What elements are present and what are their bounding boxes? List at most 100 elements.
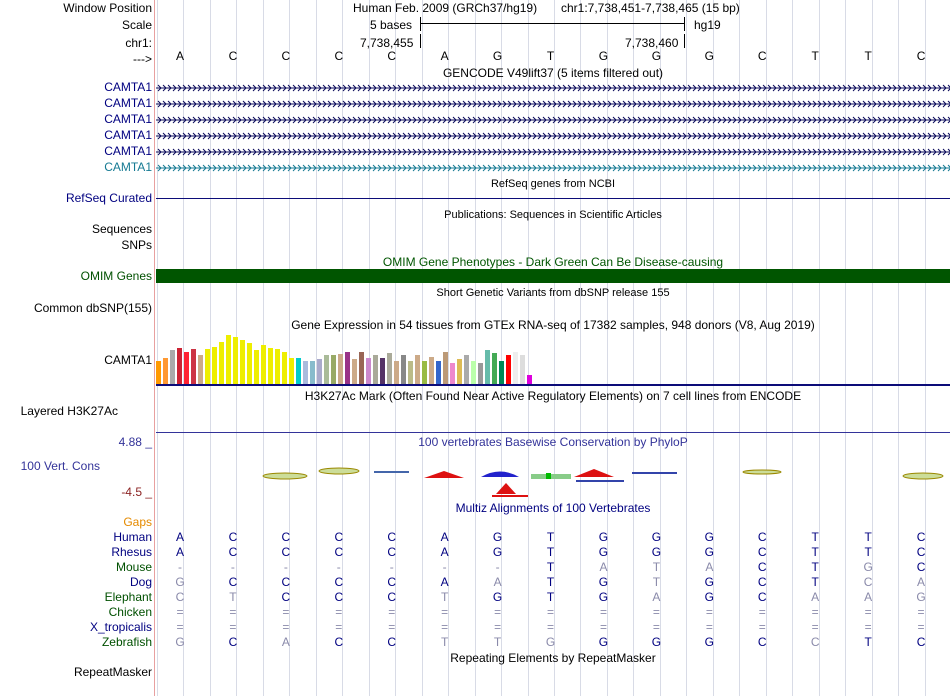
gtex-tissue-bar[interactable] bbox=[464, 355, 469, 384]
window-position-label[interactable]: Window Position bbox=[63, 1, 152, 15]
gtex-tissue-bar[interactable] bbox=[268, 348, 273, 384]
snps-label[interactable]: SNPs bbox=[121, 238, 152, 252]
gtex-tissue-bar[interactable] bbox=[233, 337, 238, 384]
gtex-tissue-bar[interactable] bbox=[401, 355, 406, 384]
gtex-tissue-bar[interactable] bbox=[170, 350, 175, 384]
gtex-tissue-bar[interactable] bbox=[527, 375, 532, 384]
gtex-tissue-bar[interactable] bbox=[282, 352, 287, 384]
repeatmasker-label[interactable]: RepeatMasker bbox=[74, 665, 152, 679]
strand-arrow-label[interactable]: ---> bbox=[133, 52, 152, 66]
gtex-bar-chart[interactable] bbox=[156, 332, 536, 384]
gtex-tissue-bar[interactable] bbox=[289, 358, 294, 384]
gtex-tissue-bar[interactable] bbox=[254, 350, 259, 384]
gtex-tissue-bar[interactable] bbox=[366, 358, 371, 384]
multiz-track-title[interactable]: Multiz Alignments of 100 Vertebrates bbox=[156, 501, 950, 515]
species-label-mouse[interactable]: Mouse bbox=[116, 560, 152, 574]
publications-track-title[interactable]: Publications: Sequences in Scientific Ar… bbox=[156, 209, 950, 221]
gtex-tissue-bar[interactable] bbox=[261, 345, 266, 384]
gene-track-line[interactable] bbox=[156, 145, 950, 159]
gtex-track-title[interactable]: Gene Expression in 54 tissues from GTEx … bbox=[156, 318, 950, 332]
gtex-tissue-bar[interactable] bbox=[352, 359, 357, 384]
refseq-track-title[interactable]: RefSeq genes from NCBI bbox=[156, 178, 950, 190]
gtex-tissue-bar[interactable] bbox=[240, 340, 245, 384]
gtex-tissue-bar[interactable] bbox=[345, 352, 350, 384]
sequences-label[interactable]: Sequences bbox=[92, 222, 152, 236]
gene-track-line[interactable] bbox=[156, 81, 950, 95]
gene-label-camta1[interactable]: CAMTA1 bbox=[104, 160, 152, 174]
gtex-tissue-bar[interactable] bbox=[156, 361, 161, 384]
gtex-tissue-bar[interactable] bbox=[380, 358, 385, 384]
gtex-tissue-bar[interactable] bbox=[450, 363, 455, 384]
species-label-chicken[interactable]: Chicken bbox=[109, 605, 152, 619]
gtex-tissue-bar[interactable] bbox=[226, 335, 231, 384]
gtex-tissue-bar[interactable] bbox=[394, 361, 399, 384]
gtex-tissue-bar[interactable] bbox=[471, 361, 476, 384]
gtex-tissue-bar[interactable] bbox=[219, 342, 224, 384]
gtex-tissue-bar[interactable] bbox=[275, 349, 280, 384]
gtex-tissue-bar[interactable] bbox=[506, 355, 511, 384]
gtex-tissue-bar[interactable] bbox=[443, 352, 448, 384]
scale-label[interactable]: Scale bbox=[122, 18, 152, 32]
gtex-tissue-bar[interactable] bbox=[429, 357, 434, 384]
gtex-tissue-bar[interactable] bbox=[317, 359, 322, 384]
gtex-tissue-bar[interactable] bbox=[177, 348, 182, 384]
gtex-tissue-bar[interactable] bbox=[331, 355, 336, 384]
phylop-track-title[interactable]: 100 vertebrates Basewise Conservation by… bbox=[156, 435, 950, 449]
gtex-tissue-bar[interactable] bbox=[457, 359, 462, 384]
gtex-tissue-bar[interactable] bbox=[310, 361, 315, 384]
h3k27ac-track-title[interactable]: H3K27Ac Mark (Often Found Near Active Re… bbox=[156, 389, 950, 403]
gene-label-camta1[interactable]: CAMTA1 bbox=[104, 112, 152, 126]
omim-gene-bar[interactable] bbox=[156, 269, 950, 283]
gene-track-line[interactable] bbox=[156, 113, 950, 127]
dbsnp-track-title[interactable]: Short Genetic Variants from dbSNP releas… bbox=[156, 287, 950, 299]
gene-track-line[interactable] bbox=[156, 97, 950, 111]
gene-label-camta1[interactable]: CAMTA1 bbox=[104, 144, 152, 158]
h3k27ac-label[interactable]: Layered H3K27Ac bbox=[21, 404, 118, 418]
gtex-tissue-bar[interactable] bbox=[324, 355, 329, 384]
gtex-tissue-bar[interactable] bbox=[163, 358, 168, 384]
species-label-human[interactable]: Human bbox=[113, 530, 152, 544]
gencode-track-title[interactable]: GENCODE V49lift37 (5 items filtered out) bbox=[156, 66, 950, 80]
gtex-tissue-bar[interactable] bbox=[422, 361, 427, 384]
gtex-tissue-bar[interactable] bbox=[373, 355, 378, 384]
gtex-tissue-bar[interactable] bbox=[212, 347, 217, 384]
gtex-tissue-bar[interactable] bbox=[492, 353, 497, 384]
gtex-tissue-bar[interactable] bbox=[247, 343, 252, 384]
repeatmasker-track-title[interactable]: Repeating Elements by RepeatMasker bbox=[156, 651, 950, 665]
gtex-tissue-bar[interactable] bbox=[338, 354, 343, 384]
gtex-tissue-bar[interactable] bbox=[415, 355, 420, 384]
dbsnp-label[interactable]: Common dbSNP(155) bbox=[34, 301, 152, 315]
gtex-tissue-bar[interactable] bbox=[359, 352, 364, 384]
gene-label-camta1[interactable]: CAMTA1 bbox=[104, 96, 152, 110]
gtex-tissue-bar[interactable] bbox=[205, 349, 210, 384]
gtex-tissue-bar[interactable] bbox=[520, 355, 525, 384]
gtex-tissue-bar[interactable] bbox=[184, 352, 189, 384]
gtex-tissue-bar[interactable] bbox=[485, 350, 490, 384]
species-label-rhesus[interactable]: Rhesus bbox=[111, 545, 152, 559]
species-label-dog[interactable]: Dog bbox=[130, 575, 152, 589]
gtex-tissue-bar[interactable] bbox=[303, 361, 308, 384]
gtex-tissue-bar[interactable] bbox=[198, 355, 203, 384]
track-data-area[interactable]: Human Feb. 2009 (GRCh37/hg19) chr1:7,738… bbox=[156, 0, 950, 696]
omim-genes-label[interactable]: OMIM Genes bbox=[81, 269, 152, 283]
gtex-tissue-bar[interactable] bbox=[478, 363, 483, 384]
gene-label-camta1[interactable]: CAMTA1 bbox=[104, 80, 152, 94]
phylop-logo[interactable] bbox=[156, 464, 950, 498]
refseq-gene-line[interactable] bbox=[156, 198, 950, 199]
gtex-gene-label[interactable]: CAMTA1 bbox=[104, 353, 152, 367]
gene-track-line[interactable] bbox=[156, 129, 950, 143]
omim-track-title[interactable]: OMIM Gene Phenotypes - Dark Green Can Be… bbox=[156, 255, 950, 269]
conservation-label[interactable]: 100 Vert. Cons bbox=[21, 459, 100, 473]
refseq-curated-label[interactable]: RefSeq Curated bbox=[66, 191, 152, 205]
species-label-elephant[interactable]: Elephant bbox=[105, 590, 152, 604]
gtex-tissue-bar[interactable] bbox=[296, 358, 301, 384]
gtex-tissue-bar[interactable] bbox=[191, 349, 196, 384]
gtex-tissue-bar[interactable] bbox=[408, 361, 413, 384]
gtex-tissue-bar[interactable] bbox=[513, 352, 518, 384]
gaps-label[interactable]: Gaps bbox=[123, 515, 152, 529]
species-label-zebrafish[interactable]: Zebrafish bbox=[102, 635, 152, 649]
gtex-tissue-bar[interactable] bbox=[499, 361, 504, 384]
gene-track-line[interactable] bbox=[156, 161, 950, 175]
gtex-tissue-bar[interactable] bbox=[387, 353, 392, 384]
gene-label-camta1[interactable]: CAMTA1 bbox=[104, 128, 152, 142]
